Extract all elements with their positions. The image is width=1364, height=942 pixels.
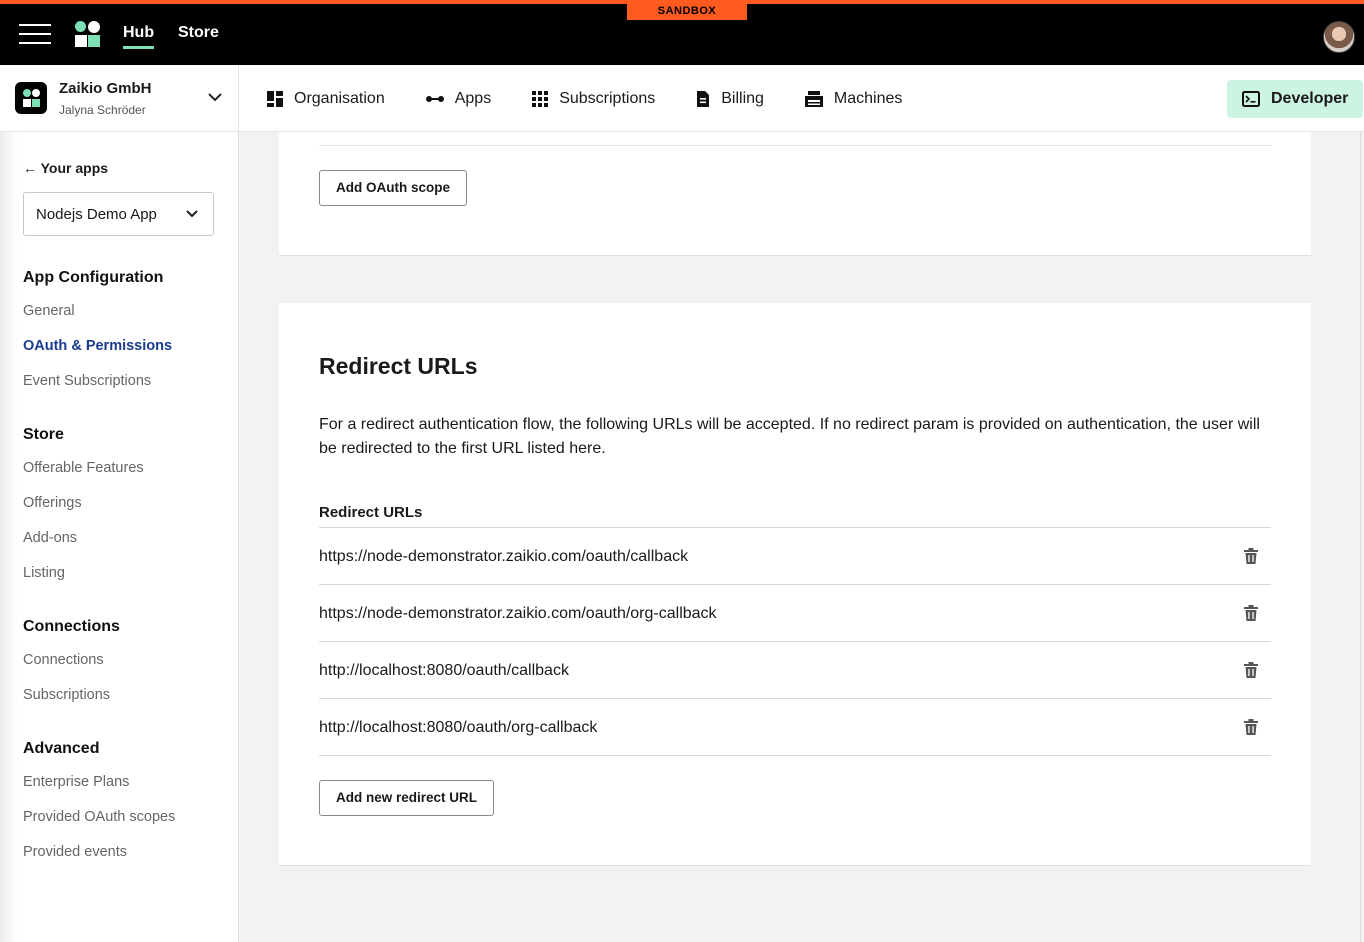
app-select-value: Nodejs Demo App (36, 206, 157, 223)
oauth-scopes-card: Add OAuth scope (279, 132, 1311, 256)
add-redirect-url-button[interactable]: Add new redirect URL (319, 780, 495, 816)
chevron-down-icon (208, 93, 222, 102)
back-to-apps-link[interactable]: ← Your apps (23, 160, 108, 176)
trash-icon[interactable] (1244, 662, 1258, 678)
redirect-url: https://node-demonstrator.zaikio.com/oau… (319, 605, 717, 622)
dashboard-icon (267, 90, 283, 107)
nav-organisation[interactable]: Organisation (266, 90, 385, 108)
zaikio-logo[interactable] (75, 21, 101, 49)
terminal-icon (1242, 91, 1260, 107)
divider (319, 145, 1271, 146)
developer-button[interactable]: Developer (1227, 80, 1363, 118)
chevron-down-icon (186, 210, 198, 218)
redirect-urls-heading: Redirect URLs (319, 353, 478, 379)
app-select[interactable]: Nodejs Demo App (23, 192, 214, 236)
invoice-icon (697, 90, 710, 107)
nav-apps[interactable]: Apps (425, 90, 491, 108)
add-oauth-scope-button[interactable]: Add OAuth scope (319, 170, 467, 206)
nav-subscriptions-label: Subscriptions (559, 89, 656, 107)
redirect-url: http://localhost:8080/oauth/org-callback (319, 719, 598, 736)
redirect-urls-card: Redirect URLs For a redirect authenticat… (279, 303, 1311, 866)
connect-icon (425, 95, 444, 102)
sidebar-item-oauth-permissions[interactable]: OAuth & Permissions (23, 338, 172, 354)
menu-icon[interactable] (19, 24, 51, 46)
trash-icon[interactable] (1244, 548, 1258, 564)
sidebar-item-offerable-features[interactable]: Offerable Features (23, 460, 144, 476)
nav-billing[interactable]: Billing (695, 90, 764, 108)
sidebar-item-provided-events[interactable]: Provided events (23, 844, 127, 860)
section-title-advanced: Advanced (23, 740, 100, 757)
scrollbar-track[interactable] (1360, 132, 1361, 942)
nav-organisation-label: Organisation (294, 89, 385, 107)
main-navigation-bar: Zaikio GmbH Jalyna Schröder Organisation… (0, 65, 1364, 132)
sidebar-item-subscriptions[interactable]: Subscriptions (23, 687, 110, 703)
printer-machine-icon (804, 90, 823, 107)
sandbox-badge: SANDBOX (627, 4, 747, 20)
redirect-url: http://localhost:8080/oauth/callback (319, 662, 569, 679)
redirect-urls-description: For a redirect authentication flow, the … (319, 416, 1260, 457)
nav-subscriptions[interactable]: Subscriptions (531, 90, 655, 108)
redirect-url-row: https://node-demonstrator.zaikio.com/oau… (319, 528, 1271, 585)
redirect-url-row: http://localhost:8080/oauth/org-callback (319, 699, 1271, 756)
org-user-name: Jalyna Schröder (59, 103, 146, 117)
sidebar-item-listing[interactable]: Listing (23, 565, 65, 581)
nav-machines-label: Machines (833, 89, 903, 107)
redirect-url-row: https://node-demonstrator.zaikio.com/oau… (319, 585, 1271, 642)
sidebar-item-enterprise-plans[interactable]: Enterprise Plans (23, 774, 129, 790)
nav-billing-label: Billing (721, 89, 764, 107)
org-name: Zaikio GmbH (59, 80, 152, 97)
redirect-url-list: https://node-demonstrator.zaikio.com/oau… (319, 527, 1271, 756)
sidebar-item-event-subscriptions[interactable]: Event Subscriptions (23, 373, 151, 389)
sidebar-item-connections[interactable]: Connections (23, 652, 104, 668)
nav-apps-label: Apps (454, 89, 492, 107)
top-bar: SANDBOX Hub Store (0, 0, 1364, 65)
trash-icon[interactable] (1244, 605, 1258, 621)
redirect-urls-list-title: Redirect URLs (319, 504, 423, 521)
org-logo (15, 82, 47, 114)
redirect-url: https://node-demonstrator.zaikio.com/oau… (319, 548, 689, 565)
sidebar-item-add-ons[interactable]: Add-ons (23, 530, 77, 546)
sidebar-item-offerings[interactable]: Offerings (23, 495, 82, 511)
nav-hub[interactable]: Hub (123, 24, 155, 49)
section-title-store: Store (23, 426, 64, 443)
redirect-url-row: http://localhost:8080/oauth/callback (319, 642, 1271, 699)
grid-dots-icon (532, 90, 549, 107)
nav-store[interactable]: Store (178, 24, 219, 42)
organization-switcher[interactable]: Zaikio GmbH Jalyna Schröder (0, 65, 239, 132)
sidebar-item-provided-oauth-scopes[interactable]: Provided OAuth scopes (23, 809, 175, 825)
sidebar-item-general[interactable]: General (23, 303, 75, 319)
developer-label: Developer (1271, 90, 1349, 107)
sidebar: ← Your apps Nodejs Demo App App Configur… (0, 132, 239, 942)
trash-icon[interactable] (1244, 719, 1258, 735)
nav-machines[interactable]: Machines (804, 90, 902, 108)
section-title-app-configuration: App Configuration (23, 269, 164, 286)
section-title-connections: Connections (23, 618, 120, 635)
user-avatar[interactable] (1323, 21, 1355, 53)
